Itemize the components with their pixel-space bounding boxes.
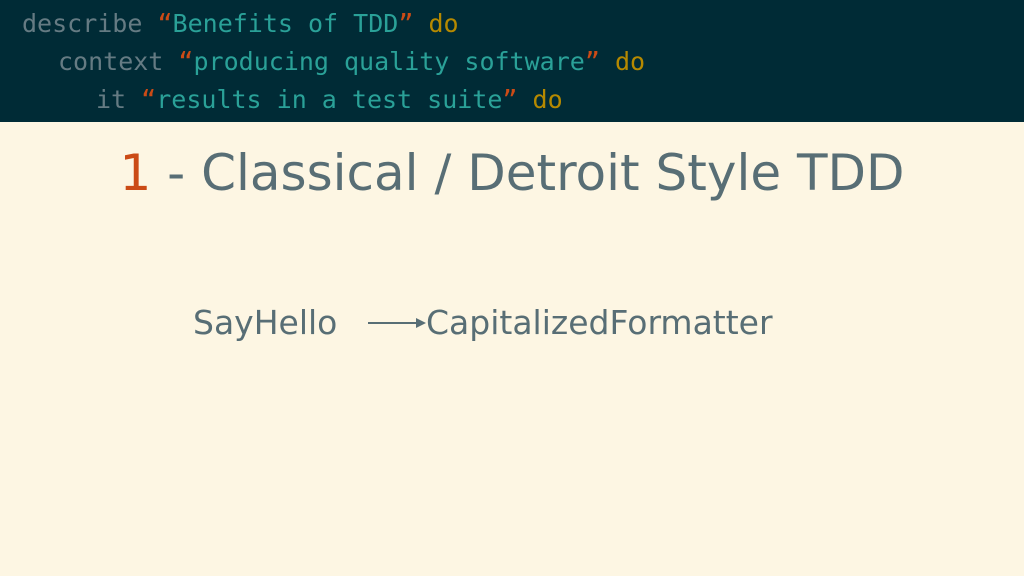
code-do-keyword: do <box>532 85 563 114</box>
dependency-diagram: SayHello CapitalizedFormatter <box>0 300 1024 350</box>
slide-title-text: - Classical / Detroit Style TDD <box>151 144 905 202</box>
code-close-quote: ” <box>502 85 518 114</box>
diagram-node-source: SayHello <box>193 303 338 342</box>
code-header: describe “Benefits of TDD” do context “p… <box>0 0 1024 122</box>
code-do-keyword: do <box>428 9 459 38</box>
code-line-describe: describe “Benefits of TDD” do <box>22 9 459 39</box>
code-open-quote: “ <box>178 47 194 76</box>
code-keyword: it <box>96 85 127 114</box>
code-open-quote: “ <box>157 9 173 38</box>
code-keyword: describe <box>22 9 143 38</box>
code-close-quote: ” <box>584 47 600 76</box>
slide-number: 1 <box>119 144 152 202</box>
code-open-quote: “ <box>141 85 157 114</box>
diagram-node-target: CapitalizedFormatter <box>426 303 773 342</box>
code-keyword: context <box>58 47 164 76</box>
code-close-quote: ” <box>398 9 414 38</box>
arrow-right-icon <box>368 318 426 328</box>
code-string: Benefits of TDD <box>172 9 399 38</box>
slide-title: 1 - Classical / Detroit Style TDD <box>0 138 1024 208</box>
code-do-keyword: do <box>614 47 646 76</box>
code-string: producing quality software <box>193 47 585 76</box>
code-string: results in a test suite <box>156 85 503 114</box>
code-line-it: it “results in a test suite” do <box>96 85 563 115</box>
code-line-context: context “producing quality software” do <box>58 47 645 77</box>
